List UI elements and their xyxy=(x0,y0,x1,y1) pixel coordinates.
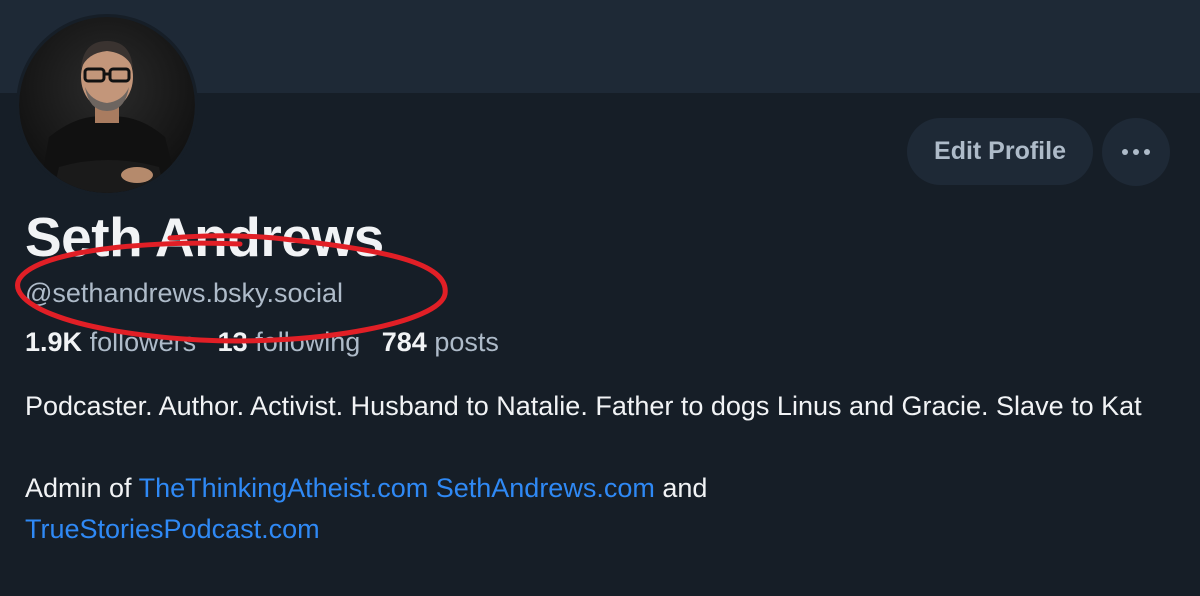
bio-admin-line: Admin of TheThinkingAtheist.com SethAndr… xyxy=(25,468,1175,550)
edit-profile-button[interactable]: Edit Profile xyxy=(907,118,1093,185)
bio-line: Podcaster. Author. Activist. Husband to … xyxy=(25,391,1142,421)
posts-count: 784 xyxy=(381,327,427,357)
avatar[interactable] xyxy=(16,14,198,196)
profile-bio: Podcaster. Author. Activist. Husband to … xyxy=(25,386,1175,550)
link-thethinkingatheist[interactable]: TheThinkingAtheist.com xyxy=(139,473,429,503)
more-horizontal-icon xyxy=(1122,149,1150,155)
posts-label: posts xyxy=(434,327,499,357)
profile-stats: 1.9K followers 13 following 784 posts xyxy=(25,327,499,358)
followers-label: followers xyxy=(89,327,197,357)
following-count: 13 xyxy=(217,327,248,357)
profile-page: Edit Profile Seth Andrews @sethandrews.b… xyxy=(0,0,1200,596)
more-options-button[interactable] xyxy=(1102,118,1170,186)
user-handle[interactable]: @sethandrews.bsky.social xyxy=(25,278,343,309)
display-name: Seth Andrews xyxy=(25,206,384,268)
person-portrait-icon xyxy=(19,17,195,193)
posts-stat: 784 posts xyxy=(382,327,499,357)
followers-link[interactable]: 1.9K followers xyxy=(25,327,196,357)
following-link[interactable]: 13 following xyxy=(218,327,361,357)
and-text: and xyxy=(654,473,708,503)
link-sethandrews[interactable]: SethAndrews.com xyxy=(436,473,655,503)
admin-prefix: Admin of xyxy=(25,473,139,503)
link-truestoriespodcast[interactable]: TrueStoriesPodcast.com xyxy=(25,514,320,544)
following-label: following xyxy=(255,327,361,357)
followers-count: 1.9K xyxy=(25,327,83,357)
